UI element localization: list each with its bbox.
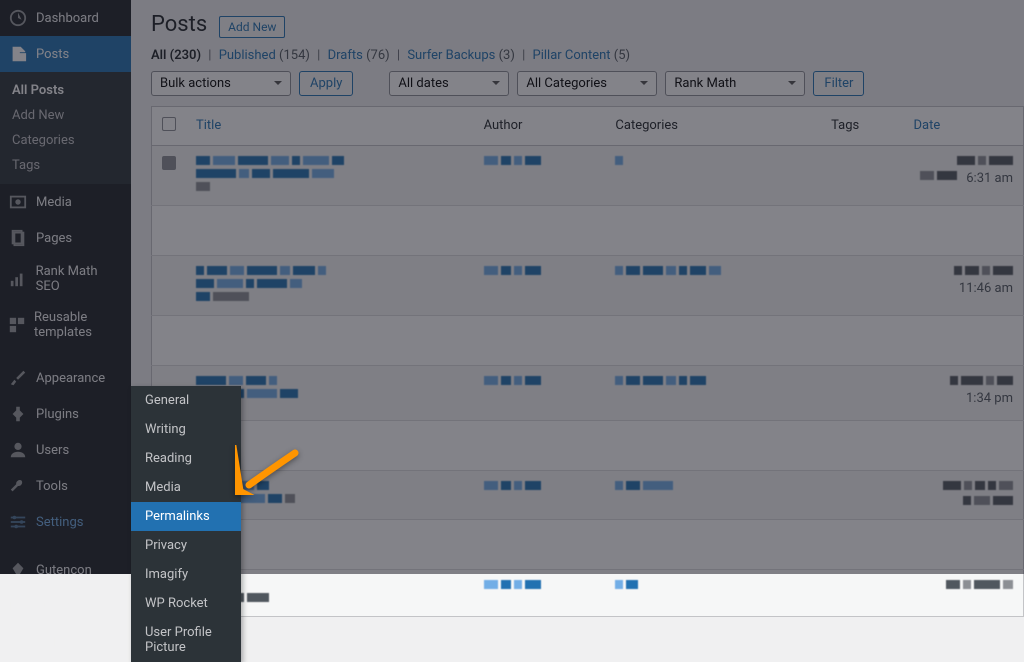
flyout-item-media[interactable]: Media	[131, 473, 241, 502]
flyout-item-imagify[interactable]: Imagify	[131, 560, 241, 589]
add-new-button[interactable]: Add New	[219, 16, 285, 38]
page-header: Posts Add New	[131, 0, 1024, 38]
sidebar-item-pages[interactable]: Pages	[0, 220, 131, 256]
plugin-icon	[8, 404, 28, 424]
sidebar-item-plugins[interactable]: Plugins	[0, 396, 131, 432]
user-icon	[8, 440, 28, 460]
view-filters: All (230) | Published (154) | Drafts (76…	[151, 48, 1004, 63]
table-row[interactable]	[152, 315, 1024, 365]
posts-table: Title Author Categories Tags Date	[151, 106, 1024, 617]
table-row[interactable]	[152, 205, 1024, 255]
row-time: 6:31 am	[966, 171, 1013, 186]
date-filter-select[interactable]: All dates	[389, 71, 509, 96]
sidebar-label: Rank Math SEO	[36, 264, 123, 294]
view-all[interactable]: All (230)	[151, 48, 201, 63]
main-content: Posts Add New All (230) | Published (154…	[131, 0, 1024, 574]
flyout-item-privacy[interactable]: Privacy	[131, 531, 241, 560]
table-row[interactable]	[152, 569, 1024, 616]
flyout-item-general[interactable]: General	[131, 386, 241, 415]
sidebar-label: Surfer	[36, 599, 71, 614]
settings-icon	[8, 512, 28, 532]
chart-icon	[8, 269, 28, 289]
sidebar-label: Pages	[36, 231, 72, 246]
flyout-item-writing[interactable]: Writing	[131, 415, 241, 444]
sidebar-item-posts[interactable]: Posts	[0, 36, 131, 72]
brush-icon	[8, 368, 28, 388]
submenu-item-all-posts[interactable]: All Posts	[0, 78, 131, 103]
sidebar-label: Posts	[36, 47, 69, 62]
sidebar-item-dashboard[interactable]: Dashboard	[0, 0, 131, 36]
view-pillar[interactable]: Pillar Content (5)	[533, 48, 631, 63]
rank-filter-select[interactable]: Rank Math	[665, 71, 805, 96]
posts-submenu: All Posts Add New Categories Tags	[0, 72, 131, 184]
settings-flyout: General Writing Reading Media Permalinks…	[131, 386, 241, 662]
sidebar-item-reusable[interactable]: Reusable templates	[0, 302, 131, 348]
table-row[interactable]: 11:46 am	[152, 255, 1024, 315]
sidebar-label: Media	[36, 195, 72, 210]
collapse-icon	[8, 632, 28, 652]
category-filter-select[interactable]: All Categories	[517, 71, 657, 96]
row-time: 11:46 am	[959, 281, 1013, 296]
sidebar-label: Tools	[36, 479, 68, 494]
select-all-checkbox[interactable]	[162, 117, 176, 131]
submenu-item-tags[interactable]: Tags	[0, 153, 131, 178]
apply-button[interactable]: Apply	[299, 71, 353, 96]
sidebar-label: Dashboard	[36, 11, 99, 26]
sidebar-item-surfer[interactable]: Surfer	[0, 588, 131, 624]
table-row[interactable]	[152, 420, 1024, 470]
sidebar-label: Reusable templates	[34, 310, 123, 340]
sidebar-item-appearance[interactable]: Appearance	[0, 360, 131, 396]
sidebar-label: Appearance	[36, 371, 105, 386]
col-title[interactable]: Title	[186, 106, 474, 145]
view-published[interactable]: Published (154)	[219, 48, 310, 63]
col-categories[interactable]: Categories	[605, 106, 821, 145]
col-tags[interactable]: Tags	[821, 106, 903, 145]
sidebar-item-users[interactable]: Users	[0, 432, 131, 468]
view-surfer[interactable]: Surfer Backups (3)	[407, 48, 515, 63]
flyout-item-permalinks[interactable]: Permalinks	[131, 502, 241, 531]
media-icon	[8, 192, 28, 212]
col-checkbox	[152, 106, 187, 145]
filter-button[interactable]: Filter	[813, 71, 864, 96]
sidebar-item-gutencon[interactable]: Gutencon	[0, 552, 131, 588]
sidebar-label: Plugins	[36, 407, 79, 422]
flyout-item-wp-rocket[interactable]: WP Rocket	[131, 589, 241, 618]
sidebar-item-media[interactable]: Media	[0, 184, 131, 220]
sidebar-item-rank-math[interactable]: Rank Math SEO	[0, 256, 131, 302]
submenu-item-add-new[interactable]: Add New	[0, 103, 131, 128]
flyout-item-reading[interactable]: Reading	[131, 444, 241, 473]
sidebar-item-settings[interactable]: Settings	[0, 504, 131, 540]
table-row[interactable]: 6:31 am	[152, 145, 1024, 205]
page-title: Posts	[151, 12, 207, 37]
wave-icon	[8, 596, 28, 616]
sidebar-label: Settings	[36, 515, 83, 530]
pages-icon	[8, 228, 28, 248]
table-row[interactable]: 1:34 pm	[152, 365, 1024, 420]
blocks-icon	[8, 315, 26, 335]
submenu-item-categories[interactable]: Categories	[0, 128, 131, 153]
view-drafts[interactable]: Drafts (76)	[328, 48, 390, 63]
tablenav: Bulk actions Apply All dates All Categor…	[131, 71, 1024, 106]
sidebar-label: Collapse menu	[36, 635, 122, 650]
sidebar-item-collapse[interactable]: Collapse menu	[0, 624, 131, 660]
row-time: 1:34 pm	[966, 391, 1013, 406]
sidebar-item-tools[interactable]: Tools	[0, 468, 131, 504]
col-date[interactable]: Date	[904, 106, 1024, 145]
table-row[interactable]	[152, 470, 1024, 519]
sidebar-label: Gutencon	[36, 563, 92, 578]
posts-icon	[8, 44, 28, 64]
bulk-action-select[interactable]: Bulk actions	[151, 71, 291, 96]
wrench-icon	[8, 476, 28, 496]
col-author[interactable]: Author	[474, 106, 606, 145]
table-row[interactable]	[152, 519, 1024, 569]
row-checkbox[interactable]	[162, 156, 176, 170]
admin-sidebar: Dashboard Posts All Posts Add New Catego…	[0, 0, 131, 574]
dashboard-icon	[8, 8, 28, 28]
sidebar-label: Users	[36, 443, 69, 458]
flyout-item-user-profile[interactable]: User Profile Picture	[131, 618, 241, 662]
diamond-icon	[8, 560, 28, 580]
